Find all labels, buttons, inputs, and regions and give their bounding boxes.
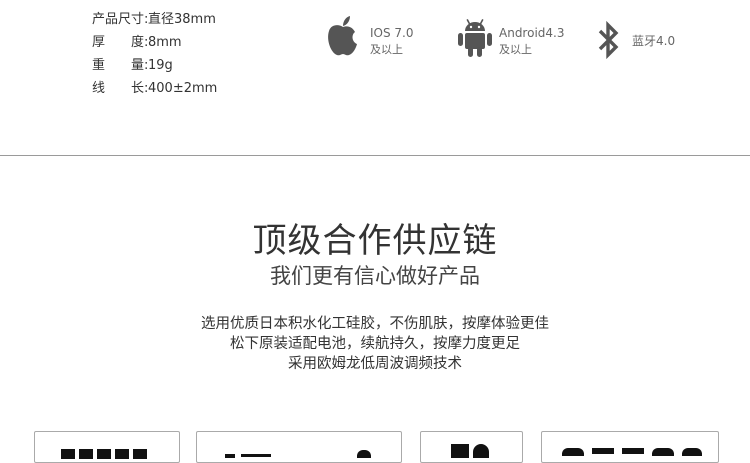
partner-logo-1 [34,431,180,463]
apple-icon [325,14,361,62]
partner-logo-2 [196,431,402,463]
spec-value: 8mm [148,35,182,50]
section-description: 选用优质日本积水化工硅胶，不伤肌肤，按摩体验更佳 松下原装适配电池，续航持久，按… [0,314,750,374]
description-line: 采用欧姆龙低周波调频技术 [288,356,462,372]
section-title: 顶级合作供应链 [252,221,498,261]
bluetooth-icon [596,20,622,64]
description-line: 选用优质日本积水化工硅胶，不伤肌肤，按摩体验更佳 [201,316,549,332]
partner-logo-4 [541,431,719,463]
spec-label: 厚度 [92,35,144,50]
description-line: 松下原装适配电池，续航持久，按摩力度更足 [230,336,520,352]
spec-label: 产品尺寸 [92,12,145,27]
section-divider [0,155,750,156]
android-icon [458,16,492,64]
spec-label: 线长 [92,81,144,96]
compat-bluetooth-text: 蓝牙4.0 [632,34,676,48]
spec-value: 400±2mm [148,81,218,96]
partner-logo-3 [420,431,523,463]
compat-ios-text: IOS 7.0 及以上 [370,26,414,56]
spec-label: 重量 [92,58,144,73]
section-subtitle: 我们更有信心做好产品 [270,264,480,288]
spec-value: 直径38mm [148,12,216,27]
spec-value: 19g [148,58,173,73]
compat-android-text: Android4.3 及以上 [499,26,565,56]
